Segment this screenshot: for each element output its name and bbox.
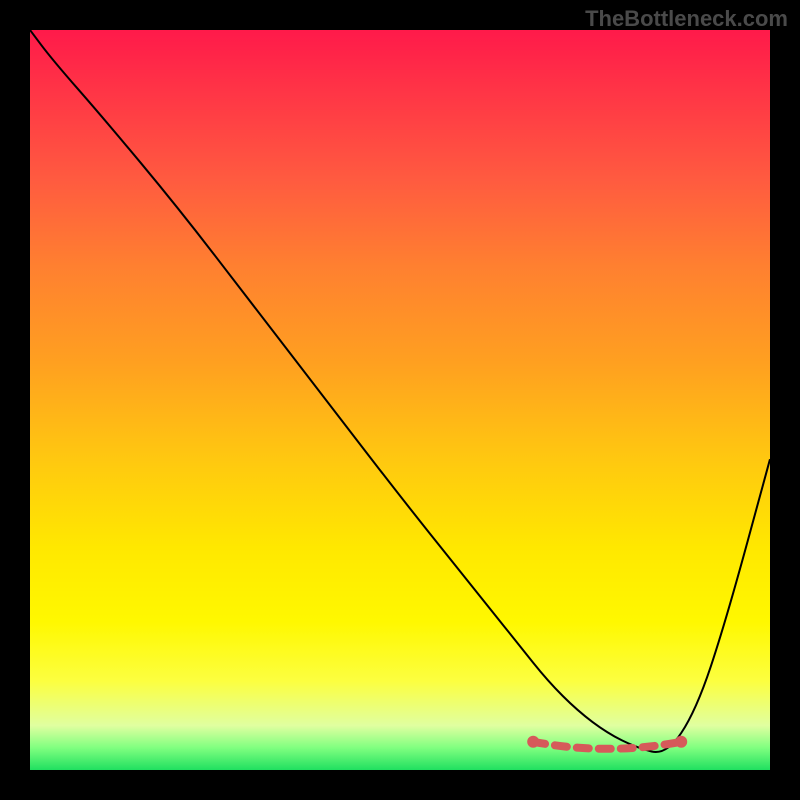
chart-container: TheBottleneck.com	[0, 0, 800, 800]
plot-area	[30, 30, 770, 770]
trough-dot-left	[527, 736, 539, 748]
curve-svg	[30, 30, 770, 770]
watermark-text: TheBottleneck.com	[585, 6, 788, 32]
trough-highlight	[533, 742, 681, 749]
bottleneck-curve	[30, 30, 770, 752]
trough-dot-right	[675, 736, 687, 748]
